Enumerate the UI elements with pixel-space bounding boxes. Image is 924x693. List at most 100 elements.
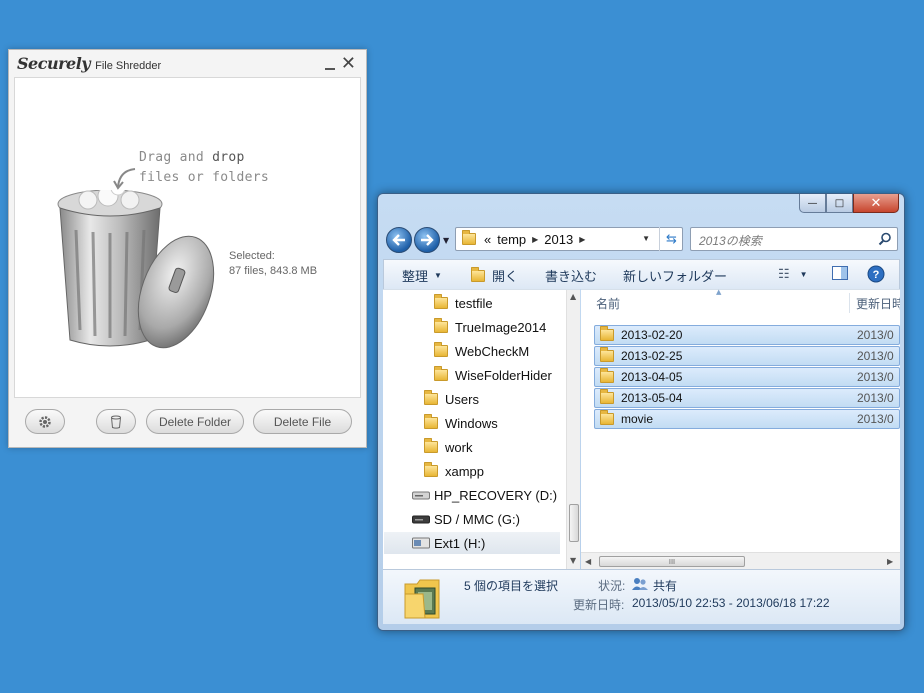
tree-item-ext1[interactable]: Ext1 (H:)	[384, 532, 560, 554]
selected-label: Selected:	[229, 250, 275, 262]
navigation-scrollbar[interactable]: ▲ ▼	[566, 290, 580, 570]
shredder-logo: Securely	[17, 54, 91, 73]
forward-button[interactable]	[414, 227, 440, 253]
caption-buttons: — □ ✕	[799, 194, 899, 213]
search-placeholder: 2013の検索	[699, 234, 762, 248]
tree-item-webcheckm[interactable]: WebCheckM	[434, 340, 529, 362]
folder-icon	[424, 438, 438, 453]
file-row-movie[interactable]: movie 2013/0	[594, 409, 900, 429]
bin-button[interactable]	[96, 409, 136, 434]
shredder-subtitle: File Shredder	[95, 60, 162, 72]
recent-pages-dropdown[interactable]: ▼	[443, 236, 449, 245]
drop-zone[interactable]: Drag and drop files or folders Selected:…	[14, 77, 361, 398]
selected-summary: 87 files, 843.8 MB	[229, 265, 318, 277]
refresh-icon: ⇆	[666, 231, 677, 247]
explorer-window: — □ ✕ ▼ « temp ▶ 2013 ▶ ▼ ⇆ 2013の検索 整理 ▼…	[377, 193, 905, 631]
chevron-down-icon: ▼	[434, 271, 442, 280]
address-dropdown-icon[interactable]: ▼	[642, 234, 650, 243]
svg-text:?: ?	[873, 269, 880, 281]
scrollbar-thumb[interactable]	[569, 504, 579, 542]
folder-icon	[424, 462, 438, 477]
trash-can-icon	[57, 190, 215, 349]
modified-label: 更新日時:	[573, 598, 625, 612]
organize-menu[interactable]: 整理 ▼	[402, 266, 442, 285]
shredder-title-bar: Securely File Shredder	[17, 54, 161, 78]
scroll-up-icon[interactable]: ▲	[570, 292, 576, 301]
chevron-down-icon: ▼	[799, 269, 808, 279]
maximize-button[interactable]: □	[826, 194, 853, 213]
help-icon: ?	[867, 265, 885, 283]
chevron-right-icon[interactable]: ▶	[532, 235, 538, 244]
shredder-window: Securely File Shredder ✕ Drag and drop f…	[8, 49, 367, 448]
tree-item-sd-mmc[interactable]: SD / MMC (G:)	[412, 508, 520, 530]
modified-range: 2013/05/10 22:53 - 2013/06/18 17:22	[632, 596, 830, 610]
tree-item-users[interactable]: Users	[424, 388, 479, 410]
view-options-button[interactable]: ☷ ▼	[778, 266, 808, 282]
breadcrumb-2013[interactable]: 2013	[544, 232, 573, 247]
help-button[interactable]: ?	[867, 265, 885, 283]
delete-folder-button[interactable]: Delete Folder	[146, 409, 244, 434]
preview-pane-button[interactable]	[832, 266, 848, 280]
scrollbar-thumb[interactable]: III	[599, 556, 745, 567]
folder-icon	[600, 326, 614, 341]
folder-icon	[600, 347, 614, 362]
chevron-right-icon[interactable]: ▶	[579, 235, 585, 244]
state-label: 状況:	[598, 579, 626, 593]
scroll-right-icon[interactable]: ▶	[887, 557, 893, 566]
selection-count: 5 個の項目を選択	[464, 579, 559, 593]
state-value: 共有	[653, 579, 678, 593]
close-button[interactable]: ✕	[853, 194, 899, 213]
file-row-2013-02-25[interactable]: 2013-02-25 2013/0	[594, 346, 900, 366]
tree-item-hp-recovery[interactable]: HP_RECOVERY (D:)	[412, 484, 557, 506]
column-header-modified[interactable]: 更新日時	[856, 290, 900, 316]
tree-item-testfile[interactable]: testfile	[434, 292, 493, 314]
shared-users-icon	[632, 578, 648, 590]
burn-button[interactable]: 書き込む	[545, 266, 597, 285]
shredder-action-bar: Delete Folder Delete File	[14, 401, 361, 441]
sort-ascending-icon: ▲	[716, 288, 722, 296]
details-pane: 5 個の項目を選択 状況: 共有 更新日時: 2013/05/10 22:53 …	[383, 569, 900, 624]
shredder-close-button[interactable]: ✕	[341, 54, 356, 74]
bin-icon	[111, 415, 121, 429]
column-divider	[849, 293, 850, 313]
folder-icon	[434, 342, 448, 357]
curved-arrow-icon	[113, 168, 136, 190]
view-list-icon: ☷	[778, 266, 790, 281]
tree-item-trueimage2014[interactable]: TrueImage2014	[434, 316, 546, 338]
shredder-minimize-button[interactable]	[324, 58, 336, 72]
folder-icon	[424, 390, 438, 405]
breadcrumb-temp[interactable]: temp	[497, 232, 526, 247]
address-bar[interactable]: « temp ▶ 2013 ▶ ▼	[455, 227, 683, 251]
tree-item-work[interactable]: work	[424, 436, 472, 458]
preview-pane-icon	[832, 266, 848, 280]
scroll-left-icon[interactable]: ◀	[585, 557, 591, 566]
navigation-pane: testfile TrueImage2014 WebCheckM WiseFol…	[383, 289, 580, 570]
file-list-scrollbar[interactable]: ◀ III ▶	[581, 552, 900, 569]
file-row-2013-05-04[interactable]: 2013-05-04 2013/0	[594, 388, 900, 408]
open-folder-icon	[471, 266, 485, 282]
scroll-down-icon[interactable]: ▼	[570, 556, 576, 565]
search-icon[interactable]	[878, 232, 892, 246]
arrow-right-icon	[421, 234, 434, 246]
delete-file-button[interactable]: Delete File	[253, 409, 352, 434]
minimize-button[interactable]: —	[799, 194, 826, 213]
tree-item-windows[interactable]: Windows	[424, 412, 498, 434]
settings-button[interactable]	[25, 409, 65, 434]
refresh-button[interactable]: ⇆	[659, 227, 683, 251]
command-bar: 整理 ▼ 開く 書き込む 新しいフォルダー ☷ ▼ ?	[383, 259, 900, 289]
folder-icon	[600, 368, 614, 383]
column-header-name[interactable]: 名前	[596, 290, 620, 316]
search-input[interactable]: 2013の検索	[690, 227, 898, 251]
tree-item-wisefolderhider[interactable]: WiseFolderHider	[434, 364, 552, 386]
back-button[interactable]	[386, 227, 412, 253]
new-folder-button[interactable]: 新しいフォルダー	[623, 266, 727, 285]
tree-item-xampp[interactable]: xampp	[424, 460, 484, 482]
folder-icon	[424, 414, 438, 429]
folder-icon	[434, 318, 448, 333]
file-row-2013-02-20[interactable]: 2013-02-20 2013/0	[594, 325, 900, 345]
folder-icon	[434, 366, 448, 381]
file-row-2013-04-05[interactable]: 2013-04-05 2013/0	[594, 367, 900, 387]
address-overflow[interactable]: «	[484, 232, 491, 247]
folder-icon	[600, 389, 614, 404]
open-button[interactable]: 開く	[471, 266, 518, 285]
